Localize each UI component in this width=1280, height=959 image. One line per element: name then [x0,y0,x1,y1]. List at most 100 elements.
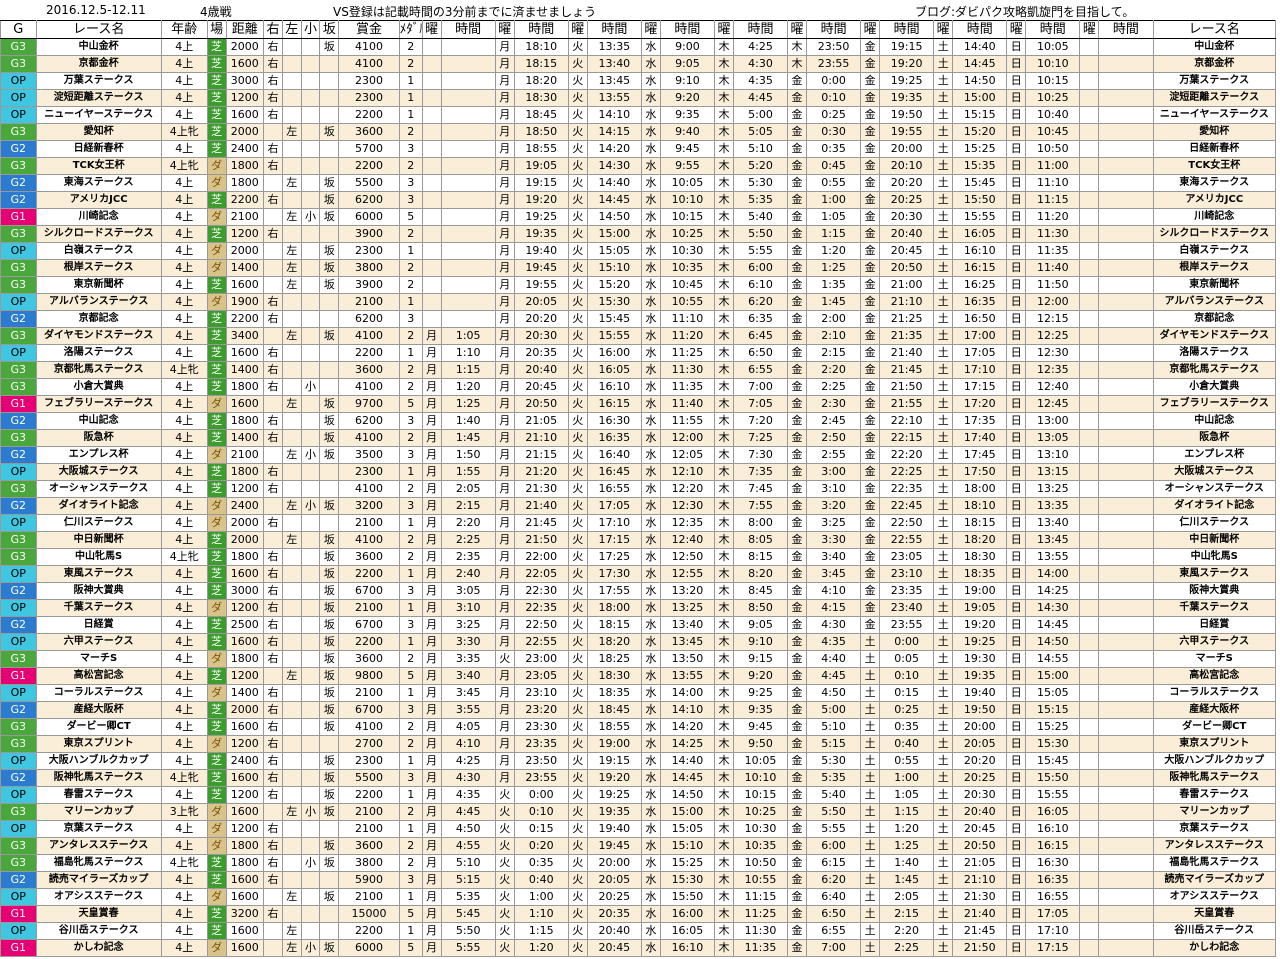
time-cell: 9:20 [732,667,789,685]
table-row[interactable]: OP 千葉ステークス 4上ダ 1200 右坂 2100 1 月 3:10 月 22:35 火 18:00… [0,599,1277,617]
table-row[interactable]: G2 アメリカJCC 4上芝 2200 右坂 6200 3 月 19:20 火 14:45 水 10:1… [0,191,1277,209]
table-row[interactable]: G3 東京スプリント 4上ダ 1200 右 2700 2 月 4:10 月 23:35 火 19:00 水… [0,735,1277,753]
table-row[interactable]: OP 仁川ステークス 4上ダ 2000 右 2100 1 月 2:20 月 21:45 火 17:10 水… [0,514,1277,532]
header-col-18: 時間 [659,20,716,39]
table-row[interactable]: OP 万葉ステークス 4上芝 3000 右 2300 1 月 18:20 火 13:45 水 9:10 木… [0,72,1277,90]
table-row[interactable]: G2 エンプレス杯 4上ダ 2100 左小坂 3500 3 月 1:50 月 21:15 火 16:40… [0,446,1277,464]
time-cell: 16:45 [586,463,642,481]
table-row[interactable]: G2 読売マイラーズカップ 4上芝 1600 右 5900 3 月 5:15 火 0:40 火 20:0… [0,871,1277,889]
weekday-cell: 火 [567,650,588,668]
time-cell: 19:35 [878,89,935,107]
race-name-cell: フェブラリーステークス [35,395,162,413]
table-row[interactable]: OP コーラルステークス 4上ダ 1400 右坂 2100 1 月 3:45 月 23:10 火 18:… [0,684,1277,702]
weekday-cell: 金 [787,701,807,719]
weekday-cell: 金 [787,208,807,226]
weekday-cell: 月 [494,259,515,277]
table-row[interactable]: G2 産経大阪杯 4上芝 2000 右坂 6700 3 月 3:55 月 23:20 火 18:45 水 1… [0,701,1277,719]
weekday-cell: 木 [714,650,734,668]
grade-badge: G2 [0,582,37,600]
table-row[interactable]: OP 大阪ハンブルクカップ 4上芝 2400 右坂 2300 1 月 4:25 月 23:50 火 19… [0,752,1277,770]
time-cell [1098,752,1154,770]
table-row[interactable]: G1 川崎記念 4上ダ 2100 左小坂 6000 5 月 19:25 火 14:50 水 10:15 木… [0,208,1277,226]
table-row[interactable]: G3 オーシャンステークス 4上芝 1200 右 4100 2 月 2:05 月 21:30 火 16:… [0,480,1277,498]
time-cell: 22:35 [513,599,569,617]
cell-age: 4上 [160,684,208,702]
table-row[interactable]: OP 東風ステークス 4上芝 1600 右坂 2200 1 月 2:40 月 22:05 火 17:30… [0,565,1277,583]
table-row[interactable]: G2 日経賞 4上芝 2500 右坂 6700 3 月 3:25 月 22:50 火 18:15 水 13:… [0,616,1277,634]
table-row[interactable]: G2 京都記念 4上芝 2200 右 6200 3 月 20:20 火 15:45 水 11:10 木 6:… [0,310,1277,328]
time-cell: 0:15 [878,684,935,702]
table-row[interactable]: G1 天皇賞春 4上芝 3200 右 15000 5 月 5:45 火 1:10 火 20:35 水 16:… [0,905,1277,923]
table-row[interactable]: G3 愛知杯 4上牝芝 2000 左坂 3600 2 月 18:50 火 14:15 水 9:40 木 5:… [0,123,1277,141]
time-cell: 4:15 [805,599,862,617]
cell-age: 4上 [160,939,208,957]
table-row[interactable]: G3 京都牝馬ステークス 4上牝芝 1400 右 3600 2 月 1:15 月 20:40 火 16:… [0,361,1277,379]
table-row[interactable]: G3 マーチS 4上ダ 1800 右坂 3600 2 月 3:35 火 23:00 火 18:25 水 13… [0,650,1277,668]
time-cell [1098,38,1154,56]
table-row[interactable]: G1 高松宮記念 4上芝 1200 左坂 9800 5 月 3:40 月 23:05 火 18:30 水 1… [0,667,1277,685]
weekday-cell: 月 [421,616,442,634]
weekday-cell: 月 [421,429,442,447]
table-row[interactable]: OP 大阪城ステークス 4上芝 1800 右 2300 1 月 1:55 月 21:20 火 16:45… [0,463,1277,481]
cell-small [300,633,321,651]
table-row[interactable]: G2 東海ステークス 4上ダ 1800 左坂 5500 3 月 19:15 火 14:40 水 10:0… [0,174,1277,192]
weekday-cell: 日 [1006,174,1027,192]
time-cell: 22:00 [513,548,569,566]
table-row[interactable]: G1 フェブラリーステークス 4上ダ 1600 左坂 9700 5 月 1:25 月 20:50 火 1… [0,395,1277,413]
table-row[interactable]: G3 ダイヤモンドステークス 4上芝 3400 左坂 4100 2 月 1:05 月 20:30 火 1… [0,327,1277,345]
table-row[interactable]: G2 中山記念 4上芝 1800 右坂 6200 3 月 1:40 月 21:05 火 16:30 水 11… [0,412,1277,430]
race-name-cell: 六甲ステークス [35,633,162,651]
race-name-cell: オーシャンステークス [1152,480,1277,498]
table-row[interactable]: G3 アンタレスステークス 4上ダ 1800 右坂 3600 2 月 4:55 火 0:20 火 19:… [0,837,1277,855]
table-row[interactable]: OP 谷川岳ステークス 4上芝 1600 左 2200 1 月 5:50 火 1:15 火 20:40 水… [0,922,1277,940]
table-row[interactable]: G2 日経新春杯 4上芝 2400 右 5700 3 月 18:55 火 14:20 水 9:45 木 5:… [0,140,1277,158]
cell-small [300,769,321,787]
time-cell: 14:00 [1025,565,1081,583]
table-row[interactable]: OP オアシスステークス 4上ダ 1600 左坂 2100 1 月 5:35 火 1:00 火 20:2… [0,888,1277,906]
cell-distance: 1600 [225,718,265,736]
table-row[interactable]: OP アルバランステークス 4上ダ 1900 右 2100 1 月 20:05 火 15:30 水 10… [0,293,1277,311]
table-row[interactable]: G3 根岸ステークス 4上ダ 1400 左坂 3800 2 月 19:45 火 15:10 水 10:3… [0,259,1277,277]
table-row[interactable]: G3 ダービー卿CT 4上芝 1600 右坂 4100 2 月 4:05 月 23:30 火 18:55… [0,718,1277,736]
table-row[interactable]: G3 小倉大賞典 4上芝 1800 右小 4100 2 月 1:20 月 20:45 火 16:10 水 1… [0,378,1277,396]
table-row[interactable]: OP ニューイヤーステークス 4上芝 1600 右 2200 1 月 18:45 火 14:10 水 9… [0,106,1277,124]
time-cell: 12:10 [659,463,716,481]
table-row[interactable]: OP 白嶺ステークス 4上ダ 2000 左坂 2300 1 月 19:40 火 15:05 水 10:3… [0,242,1277,260]
table-row[interactable]: OP 洛陽ステークス 4上芝 1600 右 2200 1 月 1:10 月 20:35 火 16:00 水… [0,344,1277,362]
table-row[interactable]: G2 ダイオライト記念 4上ダ 2400 左小坂 3200 3 月 2:15 月 21:40 火 17:… [0,497,1277,515]
time-cell: 19:25 [878,72,935,90]
cell-age: 4上牝 [160,123,208,141]
cell-slope: 坂 [319,837,340,855]
weekday-cell: 日 [1006,225,1027,243]
table-row[interactable]: G2 阪神大賞典 4上芝 3000 右坂 6700 3 月 3:05 月 22:30 火 17:55 水 1… [0,582,1277,600]
table-row[interactable]: G1 かしわ記念 4上ダ 1600 左小坂 6000 5 月 5:55 火 1:20 火 20:45 水 1… [0,939,1277,957]
table-row[interactable]: G3 中山牝馬S 4上牝芝 1800 右坂 3600 2 月 2:35 月 22:00 火 17:25 水… [0,548,1277,566]
weekday-cell: 火 [567,565,588,583]
table-row[interactable]: OP 京葉ステークス 4上ダ 1200 右 2100 1 月 4:50 火 0:15 火 19:40 水 1… [0,820,1277,838]
weekday-cell: 土 [933,922,954,940]
table-row[interactable]: OP 六甲ステークス 4上芝 1600 右坂 2200 1 月 3:30 月 22:55 火 18:20… [0,633,1277,651]
table-row[interactable]: OP 淀短距離ステークス 4上芝 1200 右 2300 1 月 18:30 火 13:55 水 9:2… [0,89,1277,107]
surface-cell: ダ [206,259,227,277]
time-cell: 5:45 [440,905,496,923]
table-row[interactable]: G3 シルクロードステークス 4上芝 1200 右 3900 2 月 19:35 火 15:00 水 1… [0,225,1277,243]
table-row[interactable]: G3 中日新聞杯 4上芝 2000 左坂 4100 2 月 2:25 月 21:50 火 17:15 水 1… [0,531,1277,549]
table-row[interactable]: OP 春雷ステークス 4上芝 1200 右坂 2200 1 月 4:35 火 0:00 火 19:25 水… [0,786,1277,804]
weekday-cell: 月 [421,854,442,872]
table-row[interactable]: G3 TCK女王杯 4上牝ダ 1800 右 2200 2 月 19:05 火 14:30 水 9:55 木… [0,157,1277,175]
weekday-cell: 水 [640,208,661,226]
cell-slope [319,225,340,243]
table-row[interactable]: G3 福島牝馬ステークス 4上牝芝 1800 右小坂 3800 2 月 5:10 火 0:35 火 20… [0,854,1277,872]
time-cell: 1:25 [440,395,496,413]
table-row[interactable]: G3 京都金杯 4上芝 1600 右 4100 2 月 18:15 火 13:40 水 9:05 木 4:3… [0,55,1277,73]
medal-cell: 1 [398,599,423,617]
cell-age: 4上 [160,497,208,515]
time-cell: 8:00 [732,514,789,532]
table-row[interactable]: G3 阪急杯 4上芝 1400 右坂 4100 2 月 1:45 月 21:10 火 16:35 水 12:… [0,429,1277,447]
table-row[interactable]: G3 マリーンカップ 3上牝ダ 1600 左小坂 2100 2 月 4:45 火 0:10 火 19:3… [0,803,1277,821]
table-row[interactable]: G2 阪神牝馬ステークス 4上牝芝 1600 右坂 5500 3 月 4:30 月 23:55 火 19… [0,769,1277,787]
table-row[interactable]: G3 中山金杯 4上芝 2000 右坂 4100 2 月 18:10 火 13:35 水 9:00 木 4:… [0,38,1277,56]
weekday-cell: 金 [787,650,807,668]
header-row: Gレース名年齢場距離右左小坂賞金ﾒﾀﾞﾙ曜時間曜時間曜時間曜時間曜時間曜時間曜時… [0,20,1277,39]
table-row[interactable]: G3 東京新聞杯 4上芝 1600 左坂 3900 2 月 19:55 火 15:20 水 10:45 木… [0,276,1277,294]
